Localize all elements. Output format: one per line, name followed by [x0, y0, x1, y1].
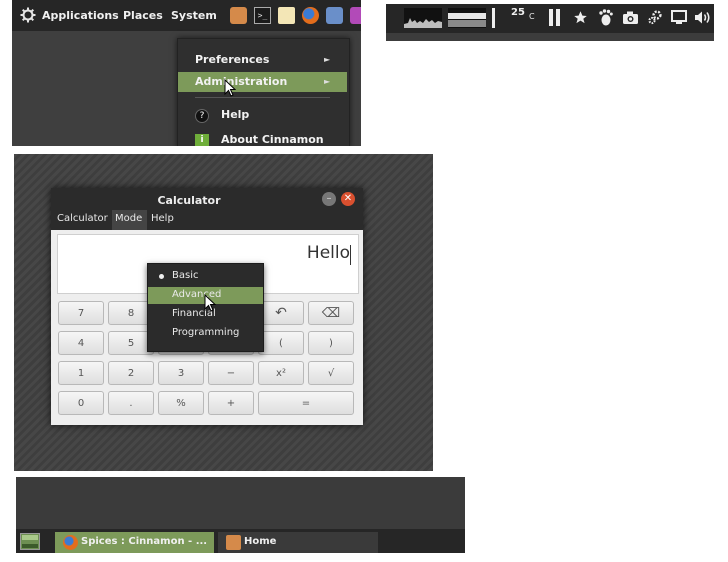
home-folder-icon — [226, 535, 241, 550]
key-3[interactable]: 3 — [158, 361, 204, 385]
calculator-screenshot: Calculator – ✕ Calculator Mode Help Hell… — [14, 154, 433, 471]
help-icon: ? — [195, 109, 209, 123]
bottom-panel-screenshot: Spices : Cinnamon - ... Home — [16, 477, 465, 553]
mode-option-programming[interactable]: Programming — [148, 325, 263, 342]
key-close-paren[interactable]: ) — [308, 331, 354, 355]
key-4[interactable]: 4 — [58, 331, 104, 355]
system-tray-screenshot: 25 C — [386, 4, 714, 41]
menu-item-administration[interactable]: Administration ► — [178, 72, 347, 92]
app-launcher-icon[interactable] — [350, 7, 361, 24]
firefox-icon — [63, 535, 78, 550]
cinnamon-menu-icon[interactable] — [20, 7, 36, 23]
minimize-button[interactable]: – — [322, 192, 336, 206]
firefox-launcher-icon[interactable] — [302, 7, 319, 24]
close-button[interactable]: ✕ — [341, 192, 355, 206]
display-text: Hello — [306, 243, 350, 263]
key-7[interactable]: 7 — [58, 301, 104, 325]
show-desktop-icon[interactable] — [20, 533, 40, 550]
key-equals[interactable]: = — [258, 391, 354, 415]
menu-calculator[interactable]: Calculator — [57, 213, 108, 224]
menu-item-about-cinnamon[interactable]: About Cinnamon — [221, 133, 324, 146]
key-percent[interactable]: % — [158, 391, 204, 415]
taskbar-window-home[interactable]: Home — [218, 532, 378, 553]
calculator-menubar: Calculator Mode Help — [51, 210, 363, 230]
settings-gear-icon[interactable] — [647, 9, 663, 25]
desktop-strip — [386, 33, 714, 41]
calculator-window: Calculator – ✕ Calculator Mode Help Hell… — [51, 188, 363, 425]
info-icon: i — [195, 134, 209, 146]
camera-icon[interactable] — [623, 11, 638, 24]
text-cursor — [350, 245, 351, 265]
star-icon[interactable] — [573, 10, 588, 25]
mouse-cursor-icon — [224, 79, 236, 97]
text-editor-launcher-icon[interactable] — [278, 7, 295, 24]
terminal-launcher-icon[interactable]: >_ — [254, 7, 271, 24]
volume-icon[interactable] — [694, 10, 711, 25]
taskbar-window-label: Spices : Cinnamon - ... — [81, 536, 208, 547]
image-viewer-launcher-icon[interactable] — [326, 7, 343, 24]
gnome-foot-icon[interactable] — [598, 9, 613, 26]
key-decimal[interactable]: . — [108, 391, 154, 415]
taskbar-window-spices[interactable]: Spices : Cinnamon - ... — [55, 532, 214, 553]
undo-key-icon[interactable]: ↶ — [258, 301, 304, 325]
mode-option-basic[interactable]: Basic — [148, 268, 263, 285]
menu-separator — [195, 97, 330, 98]
pause-icon-bar — [556, 9, 560, 26]
key-2[interactable]: 2 — [108, 361, 154, 385]
key-sqrt[interactable]: √ — [308, 361, 354, 385]
radio-selected-icon — [159, 274, 164, 279]
memory-monitor-icon[interactable] — [448, 8, 486, 28]
window-title: Calculator — [157, 194, 221, 207]
home-launcher-icon[interactable] — [230, 7, 247, 24]
key-0[interactable]: 0 — [58, 391, 104, 415]
display-icon[interactable] — [671, 10, 687, 25]
menu-mode[interactable]: Mode — [115, 213, 142, 224]
taskbar-window-label: Home — [244, 536, 277, 547]
menu-applications[interactable]: Applications — [42, 9, 119, 22]
menu-item-label: Administration — [195, 75, 288, 88]
top-panel-system-menu-screenshot: Applications Places System >_ Preference… — [12, 0, 361, 146]
backspace-key-icon[interactable]: ⌫ — [308, 301, 354, 325]
menu-system[interactable]: System — [171, 9, 217, 22]
mouse-cursor-icon — [204, 294, 216, 312]
key-add[interactable]: + — [208, 391, 254, 415]
system-menu: Preferences ► Administration ► ? Help i … — [177, 38, 350, 146]
key-subtract[interactable]: − — [208, 361, 254, 385]
menu-help[interactable]: Help — [151, 213, 174, 224]
key-1[interactable]: 1 — [58, 361, 104, 385]
key-open-paren[interactable]: ( — [258, 331, 304, 355]
submenu-arrow-icon: ► — [324, 77, 331, 86]
menu-item-preferences[interactable]: Preferences — [195, 53, 269, 66]
cpu-bar-icon — [492, 8, 495, 28]
pause-icon[interactable] — [549, 9, 553, 26]
menu-item-help[interactable]: Help — [221, 108, 249, 121]
key-square[interactable]: x² — [258, 361, 304, 385]
mode-option-label: Programming — [172, 327, 240, 338]
mode-option-label: Basic — [172, 270, 199, 281]
temperature-unit: C — [529, 12, 535, 21]
submenu-arrow-icon: ► — [324, 55, 331, 64]
temperature-value: 25 — [511, 7, 525, 18]
menu-places[interactable]: Places — [123, 9, 163, 22]
system-monitor-graph-icon[interactable] — [404, 8, 442, 28]
